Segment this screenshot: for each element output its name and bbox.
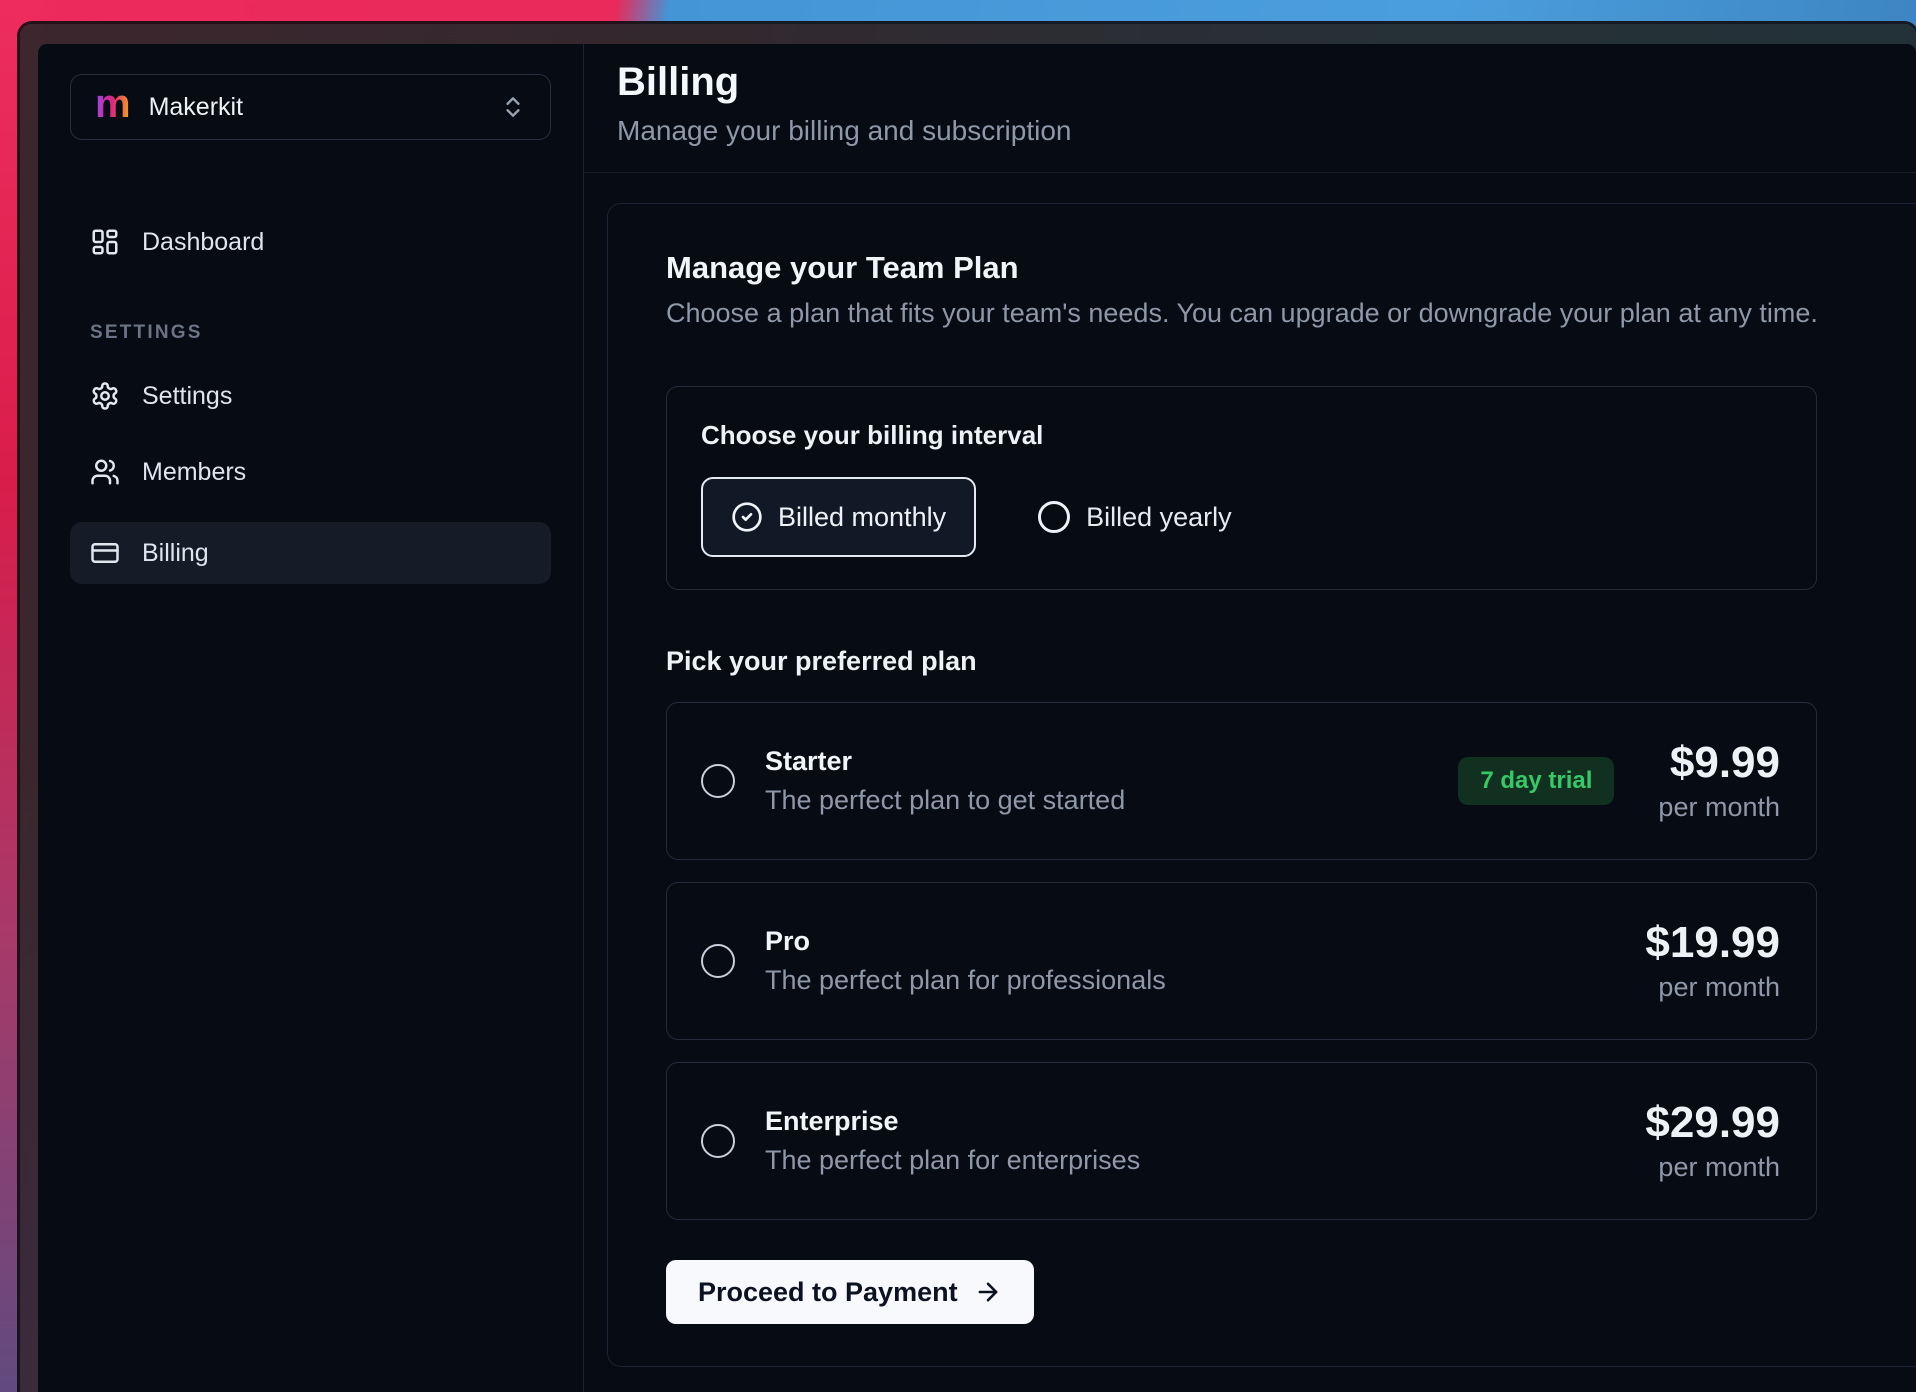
card-subtitle: Choose a plan that fits your team's need… — [666, 296, 1916, 330]
app-window: m Makerkit Dashboard SETTINGS — [20, 24, 1916, 1392]
billed-monthly-option[interactable]: Billed monthly — [701, 477, 976, 557]
plan-row-pro[interactable]: Pro The perfect plan for professionals $… — [666, 882, 1817, 1040]
radio-circle-icon[interactable] — [701, 1124, 735, 1158]
main-area: Billing Manage your billing and subscrip… — [584, 44, 1916, 1392]
plans-list: Starter The perfect plan to get started … — [666, 702, 1916, 1220]
users-icon — [90, 457, 120, 487]
plan-period: per month — [1658, 791, 1780, 823]
sidebar-item-label: Dashboard — [142, 228, 264, 257]
sidebar-item-dashboard[interactable]: Dashboard — [70, 216, 551, 268]
proceed-to-payment-label: Proceed to Payment — [698, 1277, 958, 1308]
sidebar-item-label: Billing — [142, 539, 209, 568]
app-content: m Makerkit Dashboard SETTINGS — [38, 44, 1916, 1392]
sidebar: m Makerkit Dashboard SETTINGS — [38, 44, 584, 1392]
plan-price: $19.99 — [1645, 919, 1780, 967]
dashboard-icon — [90, 227, 120, 257]
sidebar-item-label: Members — [142, 458, 246, 487]
sidebar-item-members[interactable]: Members — [70, 446, 551, 498]
trial-badge: 7 day trial — [1458, 757, 1614, 805]
plan-description: The perfect plan to get started — [765, 784, 1125, 817]
sidebar-item-settings[interactable]: Settings — [70, 370, 551, 422]
plan-name: Pro — [765, 925, 1166, 958]
price-block: $9.99 per month — [1658, 739, 1780, 823]
sidebar-item-label: Settings — [142, 382, 232, 411]
plan-texts: Enterprise The perfect plan for enterpri… — [765, 1105, 1140, 1177]
plan-description: The perfect plan for enterprises — [765, 1144, 1140, 1177]
billing-interval-label: Choose your billing interval — [701, 419, 1782, 451]
page-subtitle: Manage your billing and subscription — [617, 114, 1916, 148]
gear-icon — [90, 381, 120, 411]
plan-price: $9.99 — [1658, 739, 1780, 787]
team-plan-card: Manage your Team Plan Choose a plan that… — [607, 203, 1916, 1367]
plans-label: Pick your preferred plan — [666, 644, 1916, 678]
arrow-right-icon — [974, 1278, 1002, 1306]
check-circle-icon — [731, 501, 763, 533]
price-block: $19.99 per month — [1645, 919, 1780, 1003]
sidebar-nav: Dashboard SETTINGS Settings Members — [70, 216, 551, 584]
billed-yearly-label: Billed yearly — [1086, 502, 1232, 533]
plan-name: Enterprise — [765, 1105, 1140, 1138]
billed-yearly-option[interactable]: Billed yearly — [1038, 501, 1232, 533]
sidebar-item-billing[interactable]: Billing — [70, 522, 551, 584]
price-block: $29.99 per month — [1645, 1099, 1780, 1183]
sidebar-section-label: SETTINGS — [70, 322, 551, 344]
billing-interval-options: Billed monthly Billed yearly — [701, 477, 1782, 557]
plan-texts: Pro The perfect plan for professionals — [765, 925, 1166, 997]
workspace-switcher[interactable]: m Makerkit — [70, 74, 551, 140]
billing-interval-box: Choose your billing interval Billed mont… — [666, 386, 1817, 590]
plan-period: per month — [1645, 1151, 1780, 1183]
credit-card-icon — [90, 538, 120, 568]
chevrons-up-down-icon — [500, 94, 526, 120]
plan-row-starter[interactable]: Starter The perfect plan to get started … — [666, 702, 1817, 860]
proceed-to-payment-button[interactable]: Proceed to Payment — [666, 1260, 1034, 1324]
billed-monthly-label: Billed monthly — [778, 502, 946, 533]
page-header: Billing Manage your billing and subscrip… — [584, 44, 1916, 173]
makerkit-logo-icon: m — [95, 84, 131, 124]
radio-circle-icon — [1038, 501, 1070, 533]
plan-row-enterprise[interactable]: Enterprise The perfect plan for enterpri… — [666, 1062, 1817, 1220]
plan-period: per month — [1645, 971, 1780, 1003]
plan-name: Starter — [765, 745, 1125, 778]
plan-price: $29.99 — [1645, 1099, 1780, 1147]
page-title: Billing — [617, 58, 1916, 106]
plan-texts: Starter The perfect plan to get started — [765, 745, 1125, 817]
card-title: Manage your Team Plan — [666, 250, 1916, 286]
radio-circle-icon[interactable] — [701, 944, 735, 978]
radio-circle-icon[interactable] — [701, 764, 735, 798]
plan-description: The perfect plan for professionals — [765, 964, 1166, 997]
workspace-name: Makerkit — [149, 93, 482, 122]
